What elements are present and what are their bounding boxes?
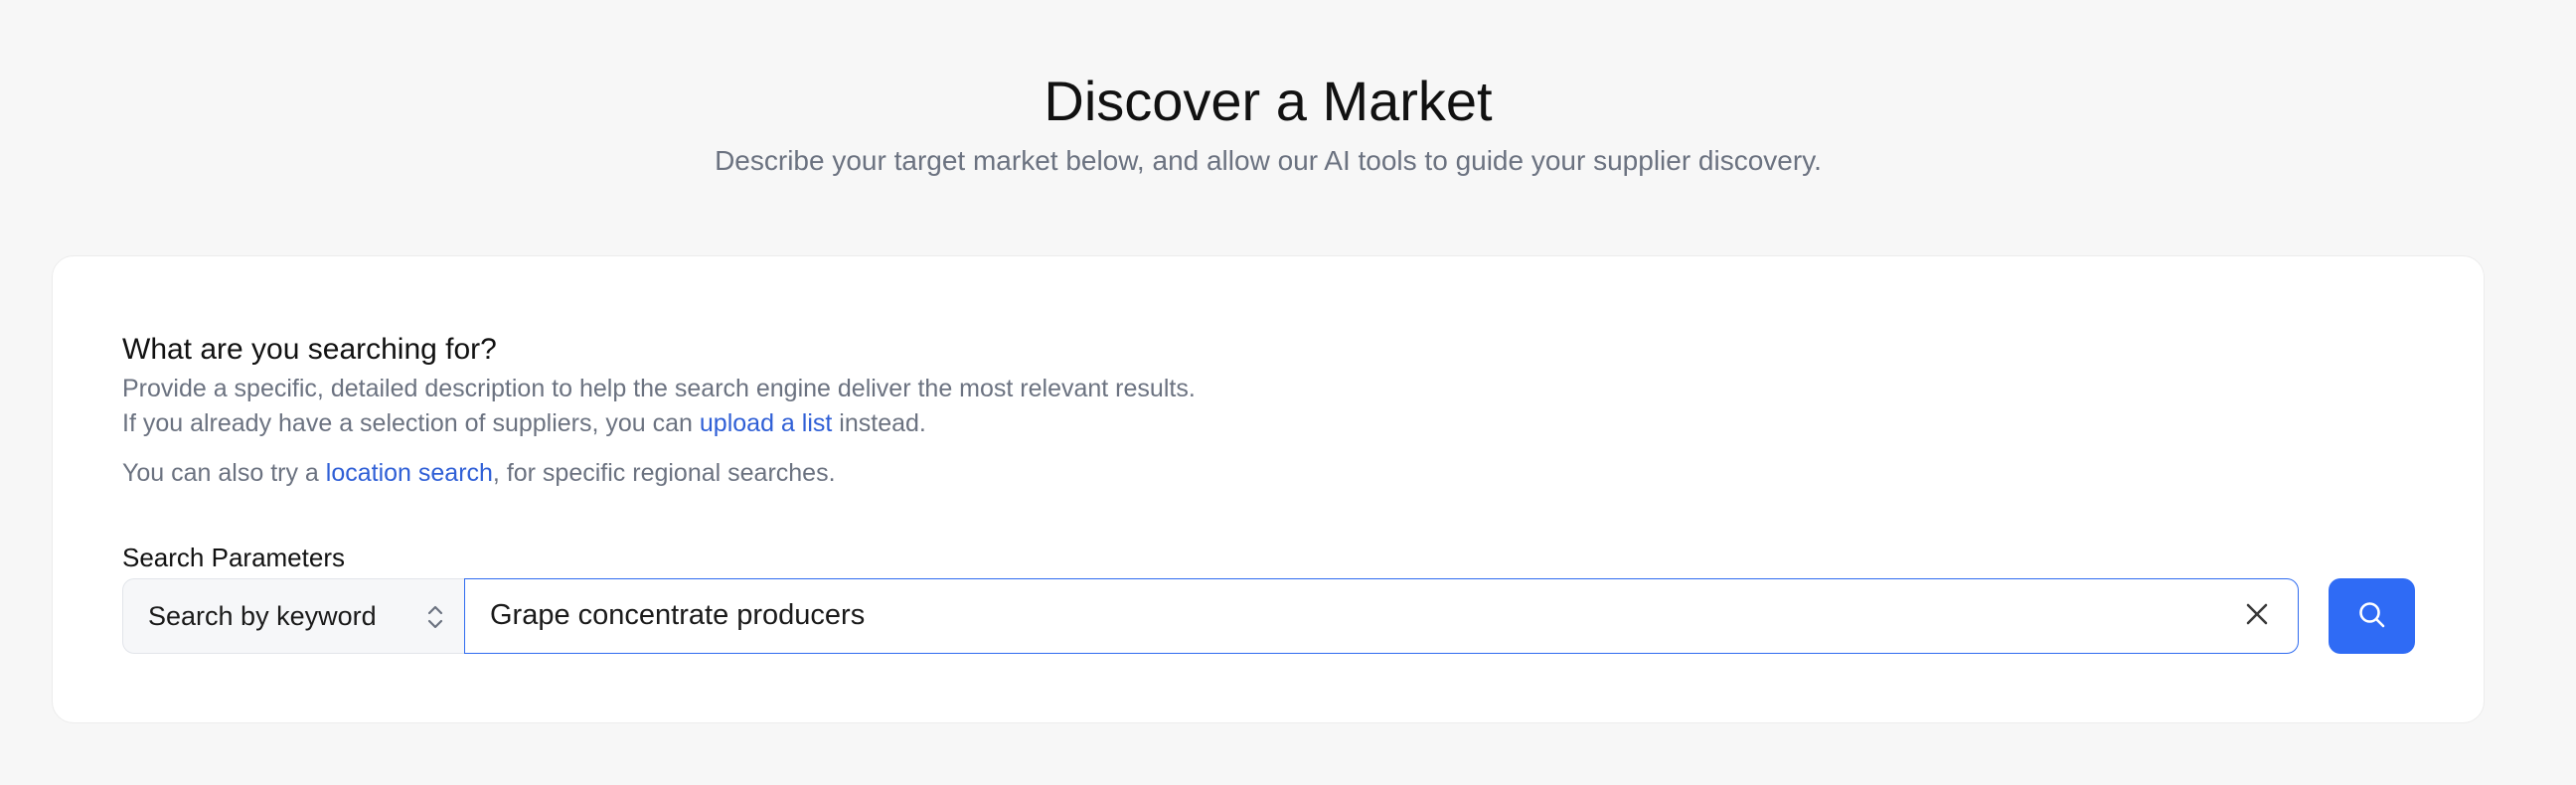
description-line-1: Provide a specific, detailed description… bbox=[122, 375, 1196, 402]
upload-list-link[interactable]: upload a list bbox=[700, 409, 832, 437]
close-icon bbox=[2244, 601, 2270, 632]
description-text: Provide a specific, detailed description… bbox=[122, 372, 1196, 405]
upload-hint-text: If you already have a selection of suppl… bbox=[122, 406, 926, 440]
search-parameters-label: Search Parameters bbox=[122, 543, 345, 572]
search-input-wrapper bbox=[464, 578, 2299, 654]
chevron-up-down-icon bbox=[425, 603, 445, 631]
search-type-value: Search by keyword bbox=[148, 600, 377, 631]
search-type-select[interactable]: Search by keyword bbox=[122, 578, 465, 654]
upload-hint-suffix: instead. bbox=[832, 409, 926, 437]
upload-hint-prefix: If you already have a selection of suppl… bbox=[122, 409, 700, 437]
page-title: Discover a Market bbox=[1044, 70, 1493, 132]
location-hint-suffix: , for specific regional searches. bbox=[492, 459, 836, 487]
section-heading: What are you searching for? bbox=[122, 333, 497, 366]
location-hint-text: You can also try a location search, for … bbox=[122, 456, 836, 490]
search-button[interactable] bbox=[2329, 578, 2415, 654]
search-input[interactable] bbox=[465, 579, 2214, 652]
search-icon bbox=[2356, 599, 2388, 634]
location-search-link[interactable]: location search bbox=[326, 459, 493, 487]
location-hint-prefix: You can also try a bbox=[122, 459, 326, 487]
clear-search-button[interactable] bbox=[2238, 597, 2276, 635]
page-subtitle: Describe your target market below, and a… bbox=[715, 145, 1822, 176]
